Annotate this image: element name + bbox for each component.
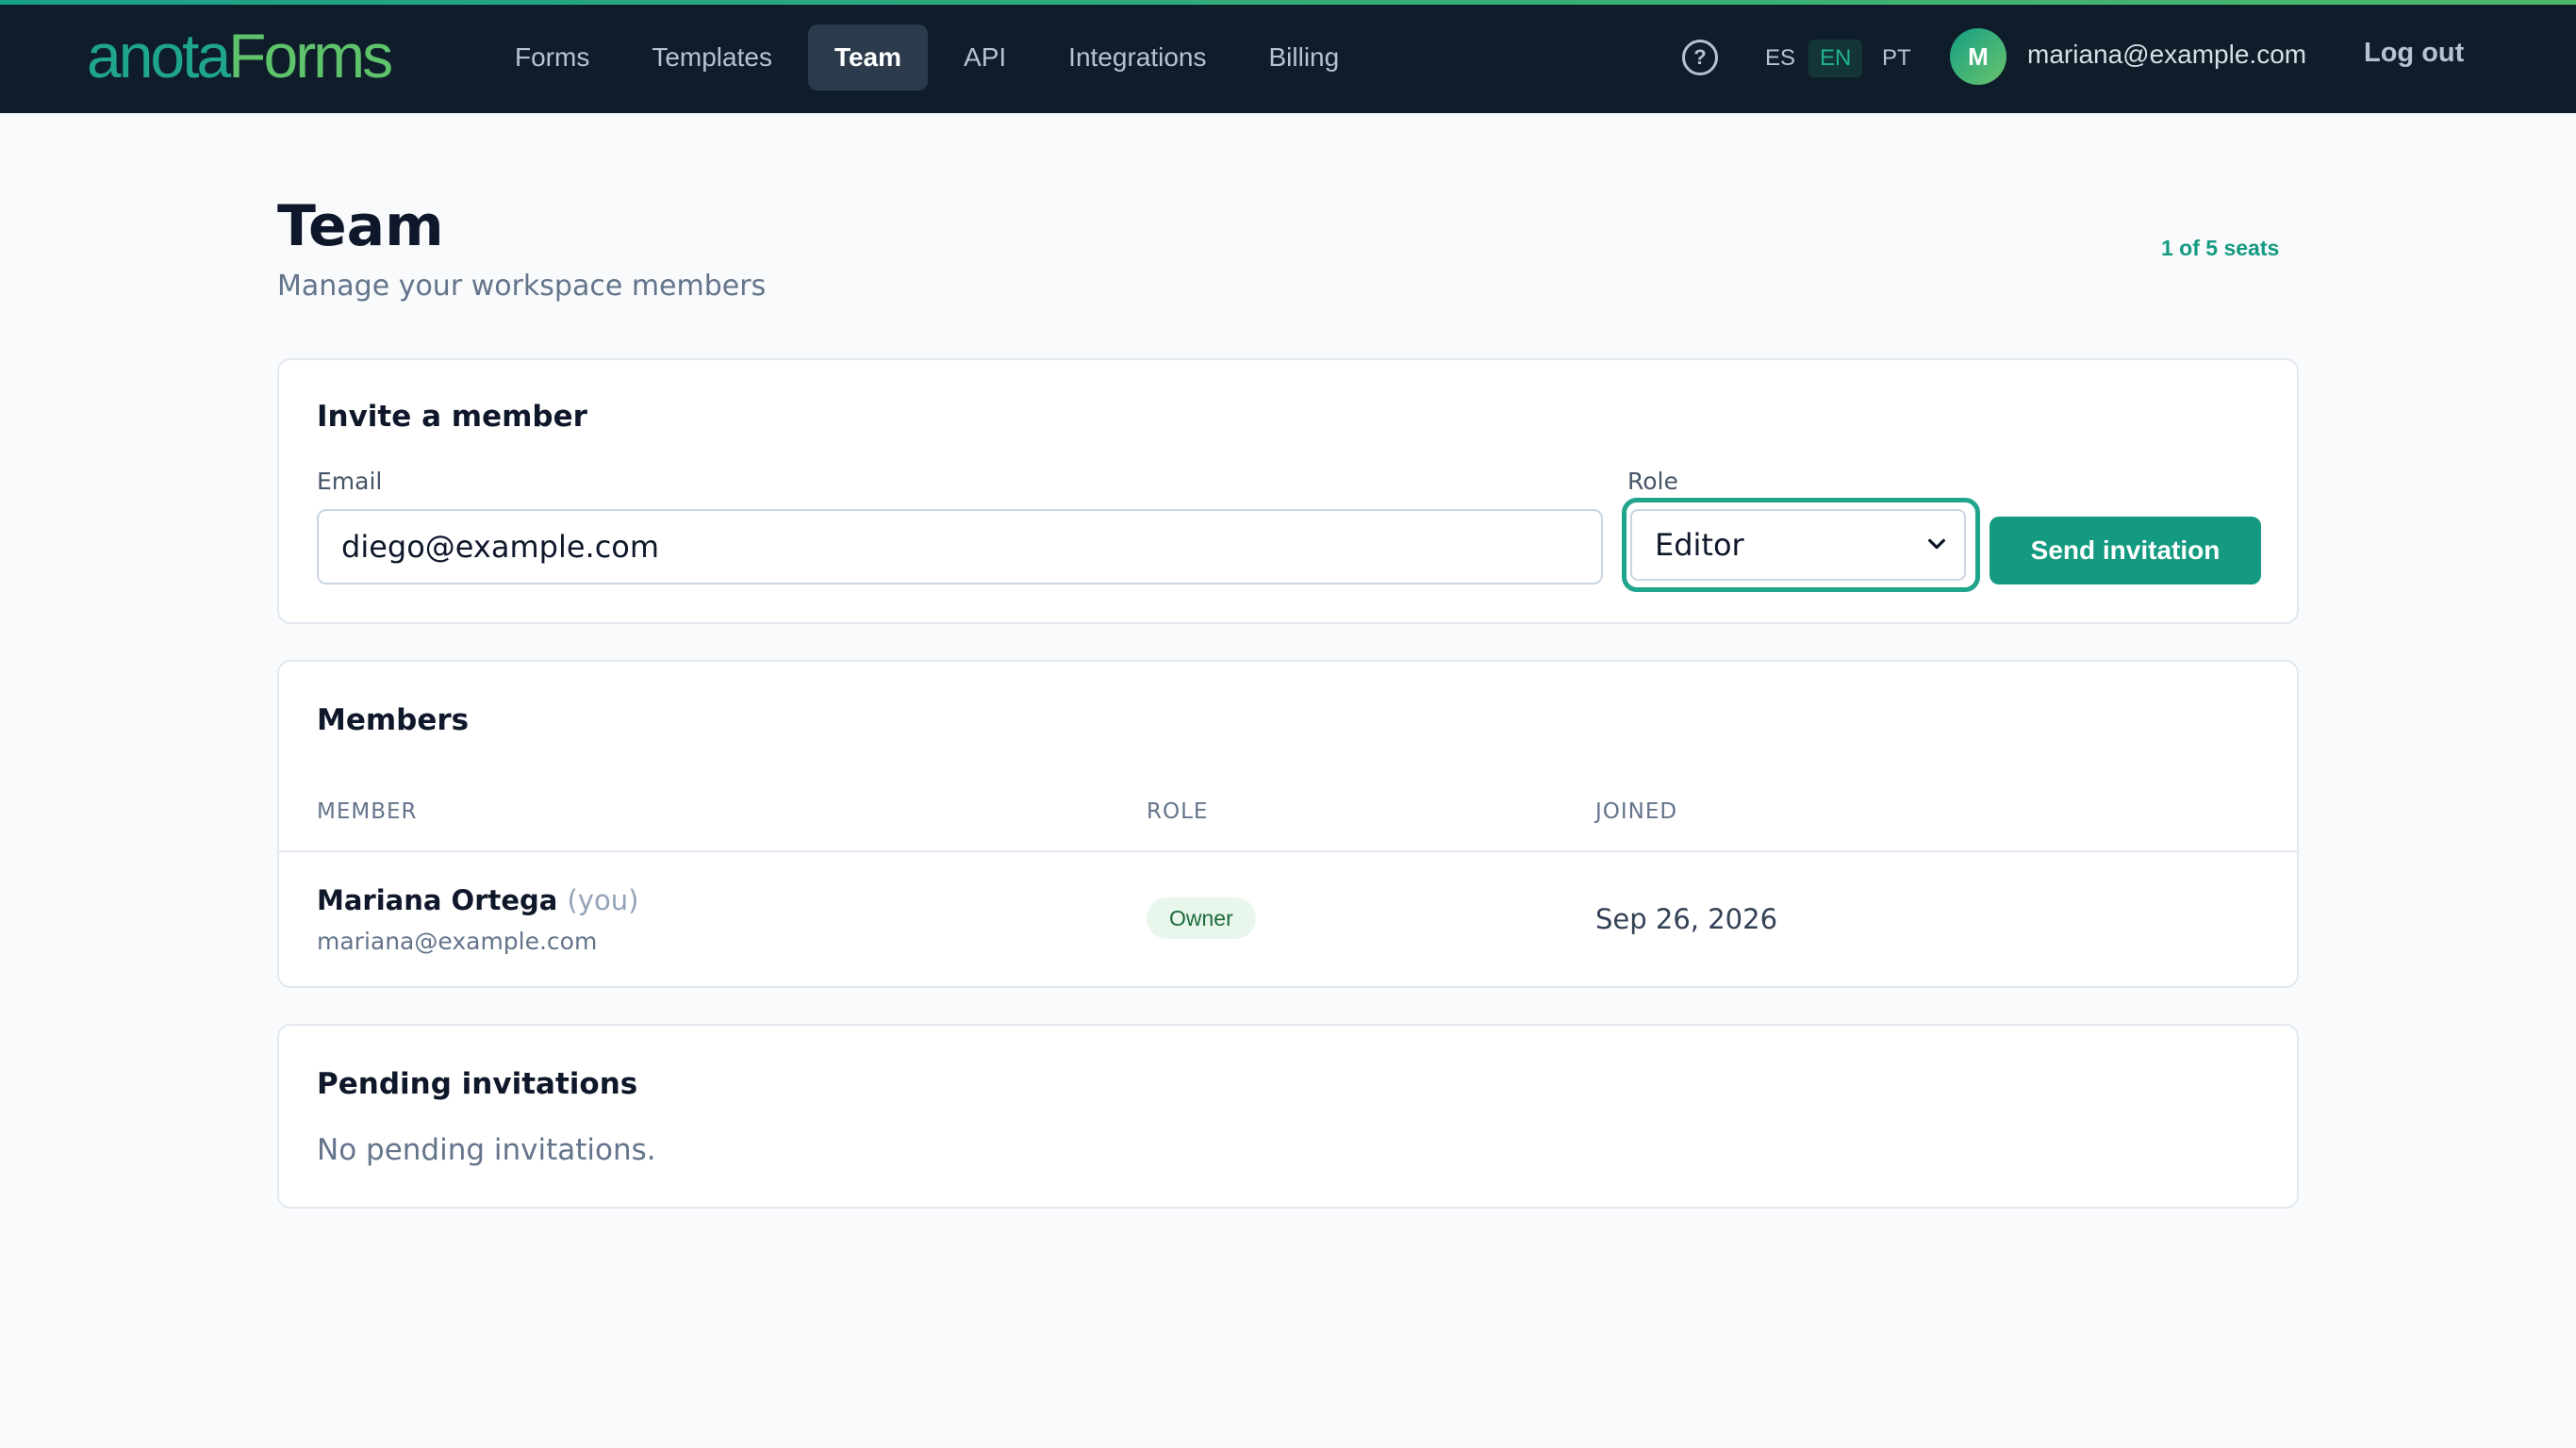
- lang-pt[interactable]: PT: [1871, 40, 1923, 77]
- invite-card: Invite a member Email Role Editor Send i…: [277, 358, 2299, 624]
- chevron-down-icon: [1928, 538, 1945, 550]
- member-you-tag: (you): [567, 884, 639, 916]
- table-divider: [279, 850, 2297, 852]
- invite-title: Invite a member: [317, 400, 587, 434]
- column-header-member: MEMBER: [317, 799, 418, 824]
- role-select-value[interactable]: Editor: [1630, 509, 1966, 581]
- page-title: Team: [277, 193, 444, 259]
- lang-en[interactable]: EN: [1808, 40, 1863, 77]
- column-header-joined: JOINED: [1595, 799, 1678, 824]
- main-nav: Forms Templates Team API Integrations Bi…: [488, 25, 1365, 90]
- member-joined-date: Sep 26, 2026: [1595, 903, 1778, 935]
- app-logo[interactable]: anotaForms: [87, 21, 393, 90]
- logo-text-forms: Forms: [228, 21, 393, 90]
- members-title: Members: [317, 703, 470, 737]
- pending-title: Pending invitations: [317, 1067, 638, 1101]
- member-name: Mariana Ortega (you): [317, 884, 638, 916]
- nav-item-team[interactable]: Team: [807, 25, 929, 90]
- role-badge: Owner: [1147, 897, 1256, 939]
- nav-item-billing[interactable]: Billing: [1243, 25, 1366, 90]
- nav-item-forms[interactable]: Forms: [488, 25, 616, 90]
- member-name-text: Mariana Ortega: [317, 884, 558, 916]
- nav-item-api[interactable]: API: [937, 25, 1032, 90]
- role-select[interactable]: Editor: [1622, 498, 1980, 592]
- members-card: Members MEMBER ROLE JOINED Mariana Orteg…: [277, 660, 2299, 988]
- email-label: Email: [317, 468, 383, 495]
- role-label: Role: [1627, 468, 1678, 495]
- lang-es[interactable]: ES: [1754, 40, 1807, 77]
- email-field[interactable]: [317, 509, 1603, 584]
- logout-button[interactable]: Log out: [2364, 38, 2464, 69]
- member-email: mariana@example.com: [317, 928, 598, 955]
- role-select-text: Editor: [1655, 527, 1744, 563]
- top-navigation-bar: anotaForms Forms Templates Team API Inte…: [0, 0, 2576, 113]
- nav-item-templates[interactable]: Templates: [625, 25, 799, 90]
- nav-item-integrations[interactable]: Integrations: [1042, 25, 1232, 90]
- user-email[interactable]: mariana@example.com: [2027, 40, 2306, 70]
- page-subtitle: Manage your workspace members: [277, 270, 767, 303]
- pending-invitations-card: Pending invitations No pending invitatio…: [277, 1024, 2299, 1209]
- seats-counter: 1 of 5 seats: [2161, 236, 2280, 260]
- logo-text-anota: anota: [87, 21, 231, 90]
- avatar[interactable]: M: [1950, 28, 2006, 85]
- column-header-role: ROLE: [1147, 799, 1209, 824]
- pending-empty-text: No pending invitations.: [317, 1133, 656, 1167]
- question-circle-icon[interactable]: ?: [1682, 40, 1718, 75]
- send-invitation-button[interactable]: Send invitation: [1990, 517, 2261, 584]
